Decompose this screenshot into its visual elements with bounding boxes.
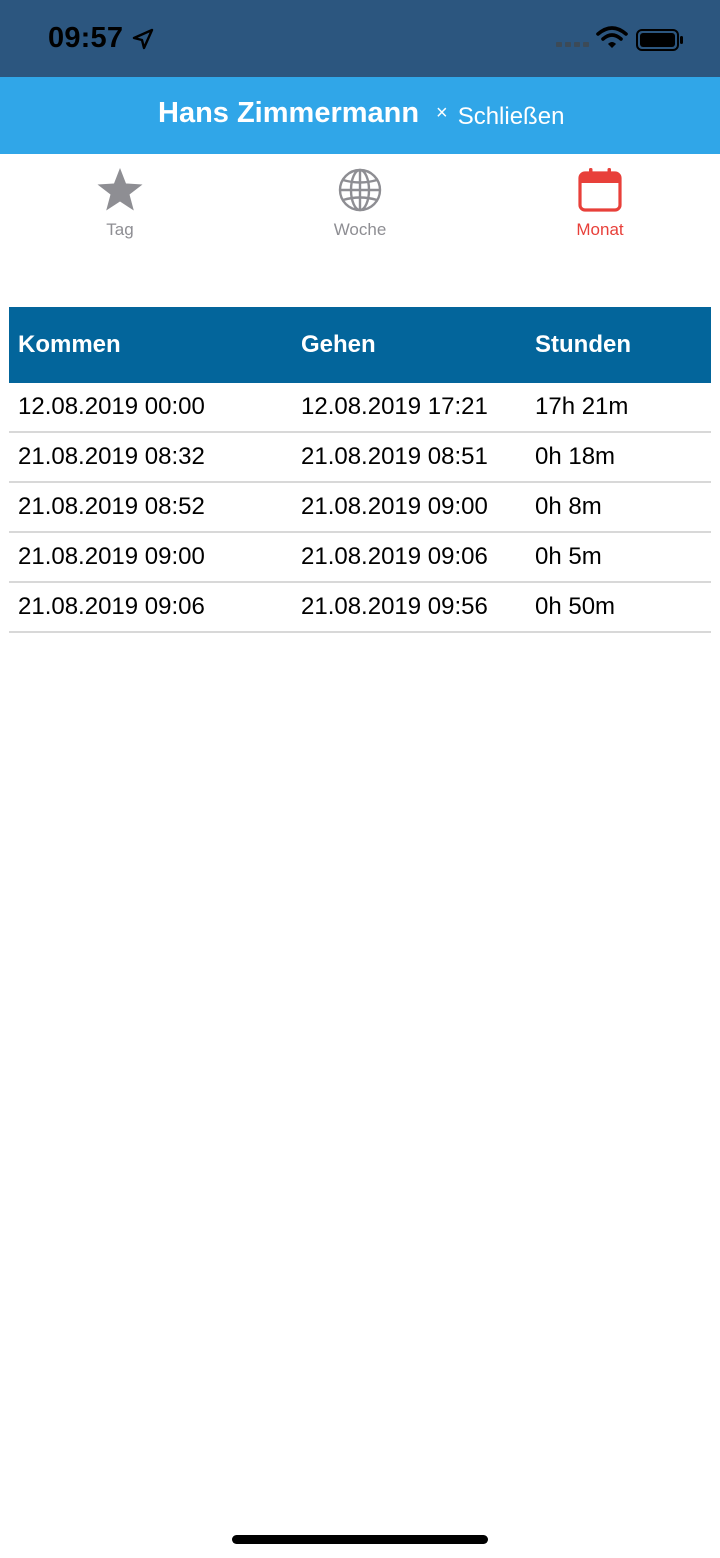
star-icon — [97, 168, 143, 211]
cell-stunden: 0h 8m — [535, 493, 602, 520]
time-table: Kommen Gehen Stunden 12.08.2019 00:00 12… — [9, 307, 711, 633]
tab-bar: Tag Woche Monat — [0, 154, 720, 254]
tab-monat-label: Monat — [576, 220, 624, 239]
column-header-kommen: Kommen — [18, 331, 121, 358]
cell-stunden: 0h 18m — [535, 443, 616, 470]
cell-gehen: 21.08.2019 09:00 — [301, 493, 488, 520]
location-arrow-icon — [132, 28, 154, 50]
cell-stunden: 17h 21m — [535, 393, 629, 420]
cell-stunden: 0h 5m — [535, 543, 602, 570]
cell-stunden: 0h 50m — [535, 593, 616, 620]
cell-gehen: 21.08.2019 09:06 — [301, 543, 488, 570]
column-header-gehen: Gehen — [301, 331, 376, 358]
cell-kommen: 21.08.2019 09:06 — [18, 593, 205, 620]
page-title: Hans Zimmermann — [158, 97, 420, 129]
tab-monat[interactable]: Monat — [480, 154, 720, 254]
tab-woche[interactable]: Woche — [240, 154, 480, 254]
table-row[interactable]: 21.08.2019 09:06 21.08.2019 09:56 0h 50m — [9, 583, 711, 633]
table-row[interactable]: 21.08.2019 09:00 21.08.2019 09:06 0h 5m — [9, 533, 711, 583]
cell-gehen: 12.08.2019 17:21 — [301, 393, 488, 420]
column-header-stunden: Stunden — [535, 331, 631, 358]
close-icon: × — [436, 101, 448, 124]
table-row[interactable]: 12.08.2019 00:00 12.08.2019 17:21 17h 21… — [9, 383, 711, 433]
cell-kommen: 21.08.2019 09:00 — [18, 543, 205, 570]
table-header: Kommen Gehen Stunden — [9, 307, 711, 383]
cell-kommen: 21.08.2019 08:32 — [18, 443, 205, 470]
signal-icon — [556, 42, 589, 47]
globe-icon — [338, 168, 382, 212]
table-row[interactable]: 21.08.2019 08:32 21.08.2019 08:51 0h 18m — [9, 433, 711, 483]
home-indicator[interactable] — [232, 1535, 488, 1544]
close-button[interactable]: × Schließen — [436, 101, 564, 133]
cell-gehen: 21.08.2019 09:56 — [301, 593, 488, 620]
status-time: 09:57 — [48, 22, 124, 54]
close-button-label: Schließen — [457, 103, 565, 130]
tab-woche-label: Woche — [333, 220, 387, 239]
tab-tag[interactable]: Tag — [0, 154, 240, 254]
calendar-icon — [578, 168, 622, 212]
tab-tag-label: Tag — [106, 220, 134, 239]
cell-kommen: 21.08.2019 08:52 — [18, 493, 205, 520]
table-row[interactable]: 21.08.2019 08:52 21.08.2019 09:00 0h 8m — [9, 483, 711, 533]
cell-gehen: 21.08.2019 08:51 — [301, 443, 488, 470]
status-bar: 09:57 — [0, 0, 720, 77]
nav-bar: Hans Zimmermann × Schließen — [0, 77, 720, 154]
battery-icon — [636, 29, 683, 51]
wifi-icon — [596, 26, 628, 48]
cell-kommen: 12.08.2019 00:00 — [18, 393, 205, 420]
